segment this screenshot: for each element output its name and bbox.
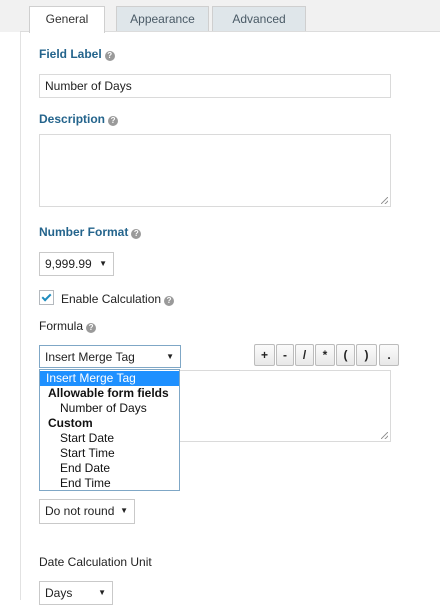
- formula-heading-text: Formula: [39, 319, 84, 333]
- caret-down-icon: ▼: [120, 506, 128, 515]
- operator-decimal-button[interactable]: .: [379, 344, 399, 366]
- caret-down-icon: ▼: [166, 352, 174, 361]
- operator-open-paren-button[interactable]: (: [336, 344, 355, 366]
- number-format-heading-text: Number Format: [39, 225, 129, 239]
- tab-bar: General Appearance Advanced: [0, 0, 440, 33]
- help-icon[interactable]: ?: [86, 323, 97, 333]
- description-textarea[interactable]: [39, 134, 391, 207]
- description-heading-text: Description: [39, 112, 106, 126]
- dropdown-group-label: Allowable form fields: [48, 386, 169, 400]
- dropdown-option[interactable]: Start Date: [40, 431, 179, 446]
- field-label-heading: Field Label?: [39, 47, 115, 61]
- resize-handle-icon[interactable]: [381, 432, 388, 439]
- enable-calculation-label[interactable]: Enable Calculation?: [61, 292, 175, 306]
- field-label-input[interactable]: Number of Days: [39, 74, 391, 98]
- dropdown-group-label: Custom: [48, 416, 93, 430]
- insert-merge-tag-value: Insert Merge Tag: [45, 350, 135, 364]
- insert-merge-tag-select[interactable]: Insert Merge Tag ▼: [39, 345, 181, 368]
- tab-general[interactable]: General: [29, 6, 105, 33]
- dropdown-option[interactable]: End Time: [40, 476, 179, 491]
- date-unit-select[interactable]: Days ▼: [39, 581, 113, 605]
- rounding-value: Do not round: [45, 504, 115, 518]
- field-label-heading-text: Field Label: [39, 47, 102, 61]
- dropdown-option[interactable]: Start Time: [40, 446, 179, 461]
- merge-tag-dropdown-list: Insert Merge Tag Allowable form fields N…: [39, 369, 180, 491]
- dropdown-option[interactable]: Insert Merge Tag: [40, 371, 179, 386]
- formula-heading: Formula?: [39, 319, 97, 333]
- checkmark-icon: [41, 291, 52, 302]
- enable-calculation-checkbox[interactable]: [39, 290, 54, 305]
- operator-minus-button[interactable]: -: [276, 344, 294, 366]
- operator-multiply-button[interactable]: *: [315, 344, 335, 366]
- number-format-value: 9,999.99: [45, 257, 92, 271]
- date-unit-value: Days: [45, 586, 73, 600]
- dropdown-option[interactable]: End Date: [40, 461, 179, 476]
- number-format-select[interactable]: 9,999.99 ▼: [39, 252, 114, 276]
- resize-handle-icon[interactable]: [381, 197, 388, 204]
- help-icon[interactable]: ?: [108, 116, 119, 126]
- caret-down-icon: ▼: [99, 259, 107, 268]
- help-icon[interactable]: ?: [131, 229, 142, 239]
- operator-plus-button[interactable]: +: [254, 344, 275, 366]
- enable-calculation-text: Enable Calculation: [61, 292, 162, 306]
- caret-down-icon: ▼: [98, 588, 106, 597]
- dropdown-option[interactable]: Number of Days: [40, 401, 179, 416]
- operator-divide-button[interactable]: /: [295, 344, 314, 366]
- description-heading: Description?: [39, 112, 119, 126]
- help-icon[interactable]: ?: [104, 51, 115, 61]
- number-format-heading: Number Format?: [39, 225, 142, 239]
- operator-close-paren-button[interactable]: ): [356, 344, 377, 366]
- tab-advanced[interactable]: Advanced: [212, 6, 306, 32]
- help-icon[interactable]: ?: [164, 296, 175, 306]
- tab-appearance[interactable]: Appearance: [116, 6, 209, 32]
- rounding-select[interactable]: Do not round ▼: [39, 499, 135, 524]
- date-unit-heading: Date Calculation Unit: [39, 555, 152, 569]
